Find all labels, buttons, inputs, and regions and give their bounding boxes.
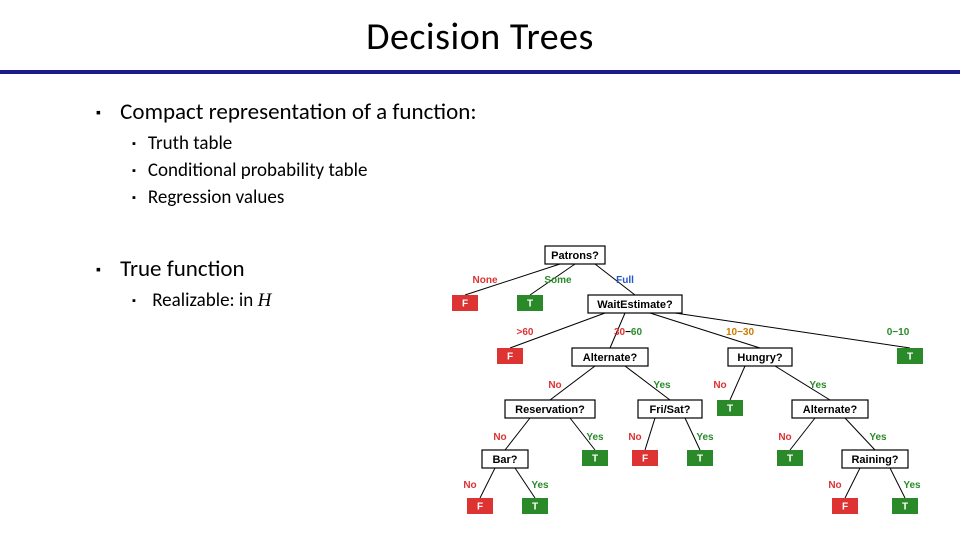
leaf-T: T <box>787 454 793 465</box>
sub-bullet: Truth table <box>132 132 888 155</box>
edge-gt60: >60 <box>517 327 534 338</box>
node-frisat: Fri/Sat? <box>650 404 691 416</box>
leaf-T: T <box>592 454 598 465</box>
leaf-F: F <box>642 454 648 465</box>
edge-no: No <box>493 432 506 443</box>
edge-yes: Yes <box>653 380 671 391</box>
bullet-text: Compact representation of a function: <box>120 98 476 126</box>
leaf-F: F <box>507 352 513 363</box>
edge-0-10: 0−10 <box>887 327 910 338</box>
edge-no: No <box>548 380 561 391</box>
leaf-T: T <box>902 502 908 513</box>
node-bar: Bar? <box>492 454 517 466</box>
leaf-T: T <box>532 502 538 513</box>
node-alternate1: Alternate? <box>583 352 638 364</box>
leaf-F: F <box>462 299 468 310</box>
bullet-list: Compact representation of a function: Tr… <box>96 98 888 209</box>
node-waitest: WaitEstimate? <box>597 299 673 311</box>
symbol-H: H <box>258 290 272 311</box>
edge-no: No <box>713 380 726 391</box>
leaf-T: T <box>697 454 703 465</box>
edge-yes: Yes <box>531 480 549 491</box>
edge-no: No <box>828 480 841 491</box>
page-title: Decision Trees <box>0 0 960 60</box>
node-patrons: Patrons? <box>551 250 599 262</box>
node-hungry: Hungry? <box>737 352 783 364</box>
edge-some: Some <box>544 275 572 286</box>
leaf-T: T <box>527 299 533 310</box>
edge-yes: Yes <box>903 480 921 491</box>
edge-30-60: 30−60 <box>614 327 643 338</box>
edge-no: No <box>463 480 476 491</box>
bullet-text: True function <box>120 255 244 283</box>
leaf-F: F <box>842 502 848 513</box>
node-raining: Raining? <box>851 454 898 466</box>
sub-list-1: Truth table Conditional probability tabl… <box>132 132 888 209</box>
edge-10-30: 10−30 <box>726 327 755 338</box>
edge-full: Full <box>616 275 634 286</box>
node-alternate2: Alternate? <box>803 404 858 416</box>
edge-yes: Yes <box>696 432 714 443</box>
edge-yes: Yes <box>869 432 887 443</box>
slide: Decision Trees Compact representation of… <box>0 0 960 540</box>
leaf-T: T <box>727 404 733 415</box>
edge-no: No <box>778 432 791 443</box>
edge-yes: Yes <box>586 432 604 443</box>
sub-bullet: Conditional probability table <box>132 159 888 182</box>
node-reservation: Reservation? <box>515 404 585 416</box>
sub-bullet: Regression values <box>132 186 888 209</box>
decision-tree-figure: Patrons? None Some Full F T WaitEstimate… <box>400 240 940 530</box>
leaf-T: T <box>907 352 913 363</box>
edge-none: None <box>473 275 498 286</box>
realizable-prefix: Realizable: in <box>152 289 257 312</box>
leaf-F: F <box>477 502 483 513</box>
bullet-compact: Compact representation of a function: Tr… <box>96 98 888 209</box>
edge-no: No <box>628 432 641 443</box>
edge-yes: Yes <box>809 380 827 391</box>
